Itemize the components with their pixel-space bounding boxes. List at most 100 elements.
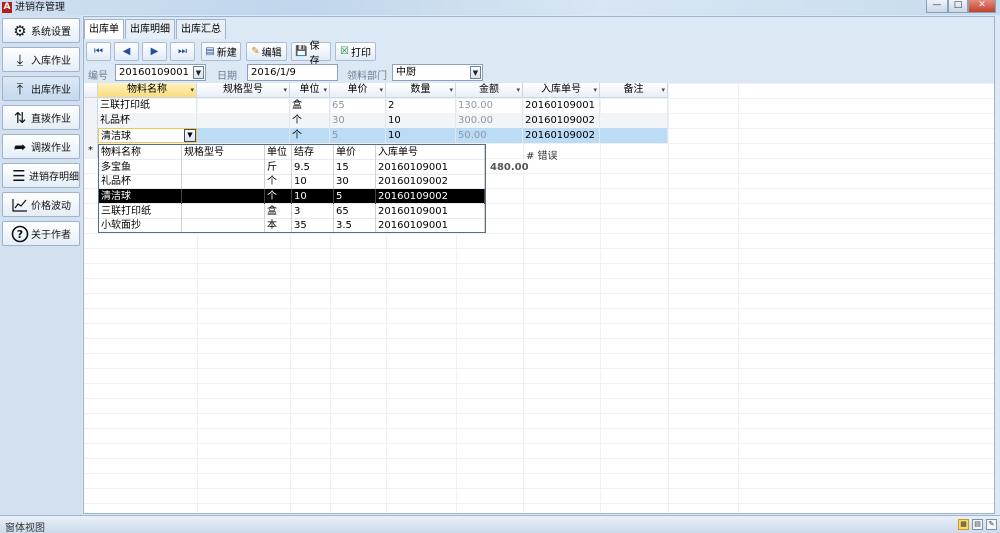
- edit-button[interactable]: ✎ 编辑: [246, 42, 287, 61]
- col-header-unit-price[interactable]: 单价 ▾: [330, 83, 386, 98]
- sidebar-item-label: 入库作业: [31, 56, 71, 67]
- department-combo[interactable]: 中厨 ▼: [392, 64, 483, 81]
- sidebar-item-direct-transfer[interactable]: ⇅ 直拨作业: [2, 105, 80, 130]
- material-dropdown-button[interactable]: ▼: [184, 129, 196, 142]
- cell-unit-price[interactable]: 5: [330, 128, 386, 143]
- gear-icon: ⚙: [13, 21, 27, 40]
- window-title: 进销存管理: [15, 2, 65, 13]
- chevron-down-icon[interactable]: ▼: [193, 66, 204, 79]
- last-record-button[interactable]: ⏭: [170, 42, 195, 61]
- col-header-spec[interactable]: 规格型号 ▾: [197, 83, 290, 98]
- filter-dropdown-icon[interactable]: ▾: [283, 83, 287, 97]
- cell-amount[interactable]: 300.00: [456, 113, 523, 128]
- sidebar-item-system-settings[interactable]: ⚙ 系统设置: [2, 18, 80, 43]
- cell-material-name-editing[interactable]: 清洁球: [98, 128, 197, 143]
- new-row-marker[interactable]: *: [84, 143, 98, 158]
- filter-dropdown-icon[interactable]: ▾: [323, 83, 327, 97]
- design-view-icon[interactable]: ✎: [986, 519, 997, 530]
- sidebar-item-stock-out[interactable]: ⤒ 出库作业: [2, 76, 80, 101]
- chevron-down-icon[interactable]: ▼: [470, 66, 481, 79]
- tab-stock-out-summary[interactable]: 出库汇总: [176, 19, 226, 39]
- row-selector[interactable]: [84, 128, 98, 143]
- transfer-arrows-icon: ⇅: [13, 108, 27, 127]
- next-record-icon: ▶: [150, 46, 159, 57]
- col-header-material-name[interactable]: 物料名称 ▾: [98, 83, 197, 98]
- cell-note[interactable]: [600, 113, 668, 128]
- cell-quantity[interactable]: 10: [386, 128, 456, 143]
- dropdown-option[interactable]: 小软面抄 本 35 3.5 20160109001: [99, 218, 485, 232]
- cell-unit[interactable]: 个: [290, 113, 330, 128]
- save-button-label: 保存: [309, 40, 320, 67]
- filter-dropdown-icon[interactable]: ▾: [379, 83, 383, 97]
- save-button[interactable]: 💾 保存: [291, 41, 331, 67]
- close-button[interactable]: ✕: [968, 0, 996, 13]
- sidebar-item-about-author[interactable]: ? 关于作者: [2, 221, 80, 246]
- dropdown-option[interactable]: 礼品杯 个 10 30 20160109002: [99, 174, 485, 189]
- row-selector[interactable]: [84, 113, 98, 128]
- number-combo[interactable]: 20160109001 ▼: [115, 64, 206, 81]
- date-label: 日期: [217, 71, 237, 82]
- col-header-unit[interactable]: 单位 ▾: [290, 83, 330, 98]
- previous-record-button[interactable]: ◀: [114, 42, 139, 61]
- minimize-button[interactable]: —: [926, 0, 948, 13]
- cell-unit-price[interactable]: 30: [330, 113, 386, 128]
- cell-amount[interactable]: 50.00: [456, 128, 523, 143]
- cell-note[interactable]: [600, 128, 668, 143]
- col-header-note[interactable]: 备注 ▾: [600, 83, 668, 98]
- cell-quantity[interactable]: 2: [386, 98, 456, 113]
- filter-dropdown-icon[interactable]: ▾: [593, 83, 597, 97]
- department-label: 领料部门: [347, 71, 387, 82]
- dropdown-col-spec: 规格型号: [182, 145, 265, 160]
- datasheet-view-icon[interactable]: ▤: [972, 519, 983, 530]
- form-view-icon[interactable]: ▦: [958, 519, 969, 530]
- tab-stock-out-details[interactable]: 出库明细: [125, 19, 175, 39]
- help-question-glyph: ?: [17, 228, 23, 241]
- tab-strip: 出库单 出库明细 出库汇总: [84, 19, 227, 39]
- cell-stock-in-no[interactable]: 20160109002: [523, 113, 600, 128]
- dropdown-option-highlighted[interactable]: 清洁球 个 10 5 20160109002: [99, 189, 485, 204]
- cell-amount[interactable]: 130.00: [456, 98, 523, 113]
- pencil-icon: ✎: [251, 46, 260, 57]
- cell-spec[interactable]: [197, 98, 290, 113]
- tab-stock-out-order[interactable]: 出库单: [84, 19, 124, 39]
- maximize-button[interactable]: □: [948, 0, 968, 13]
- col-header-stock-in-no[interactable]: 入库单号 ▾: [523, 83, 600, 98]
- cell-spec[interactable]: [197, 113, 290, 128]
- cell-material-name[interactable]: 三联打印纸: [98, 98, 197, 113]
- app-icon: A: [2, 2, 12, 13]
- first-record-button[interactable]: ⏮: [86, 42, 111, 61]
- sidebar-item-price-fluctuation[interactable]: 价格波动: [2, 192, 80, 217]
- new-button[interactable]: ▤ 新建: [201, 42, 241, 61]
- cell-spec[interactable]: [197, 128, 290, 143]
- filter-dropdown-icon[interactable]: ▾: [190, 83, 194, 97]
- cell-note[interactable]: [600, 98, 668, 113]
- sidebar-item-label: 关于作者: [31, 230, 71, 241]
- sidebar-item-inventory-details[interactable]: ☰ 进销存明细: [2, 163, 80, 188]
- print-button[interactable]: ☒ 打印: [335, 42, 376, 61]
- cell-unit-price[interactable]: 65: [330, 98, 386, 113]
- previous-record-icon: ◀: [122, 46, 131, 57]
- sidebar-item-stock-in[interactable]: ⤓ 入库作业: [2, 47, 80, 72]
- filter-dropdown-icon[interactable]: ▾: [661, 83, 665, 97]
- sidebar: ⚙ 系统设置 ⤓ 入库作业 ⤒ 出库作业 ⇅ 直拨作业 ➦ 调拨作业 ☰ 进销存…: [0, 15, 82, 515]
- cell-stock-in-no[interactable]: 20160109001: [523, 98, 600, 113]
- col-header-quantity[interactable]: 数量 ▾: [386, 83, 456, 98]
- cell-quantity[interactable]: 10: [386, 113, 456, 128]
- floppy-disk-icon: 💾: [295, 46, 308, 57]
- date-field[interactable]: 2016/1/9: [247, 64, 338, 81]
- dropdown-header-row: 物料名称 规格型号 单位 结存 单价 入库单号: [99, 145, 485, 160]
- col-header-amount[interactable]: 金额 ▾: [456, 83, 523, 98]
- cell-unit[interactable]: 个: [290, 128, 330, 143]
- last-record-icon: ⏭: [178, 46, 187, 57]
- filter-dropdown-icon[interactable]: ▾: [516, 83, 520, 97]
- row-selector[interactable]: [84, 98, 98, 113]
- dropdown-option[interactable]: 多宝鱼 斤 9.5 15 20160109001: [99, 160, 485, 175]
- cell-material-name[interactable]: 礼品杯: [98, 113, 197, 128]
- next-record-button[interactable]: ▶: [142, 42, 167, 61]
- sidebar-item-allocation[interactable]: ➦ 调拨作业: [2, 134, 80, 159]
- dropdown-option[interactable]: 三联打印纸 盒 3 65 20160109001: [99, 204, 485, 219]
- help-question-icon: ?: [11, 225, 29, 243]
- cell-unit[interactable]: 盒: [290, 98, 330, 113]
- filter-dropdown-icon[interactable]: ▾: [449, 83, 453, 97]
- cell-stock-in-no[interactable]: 20160109002: [523, 128, 600, 143]
